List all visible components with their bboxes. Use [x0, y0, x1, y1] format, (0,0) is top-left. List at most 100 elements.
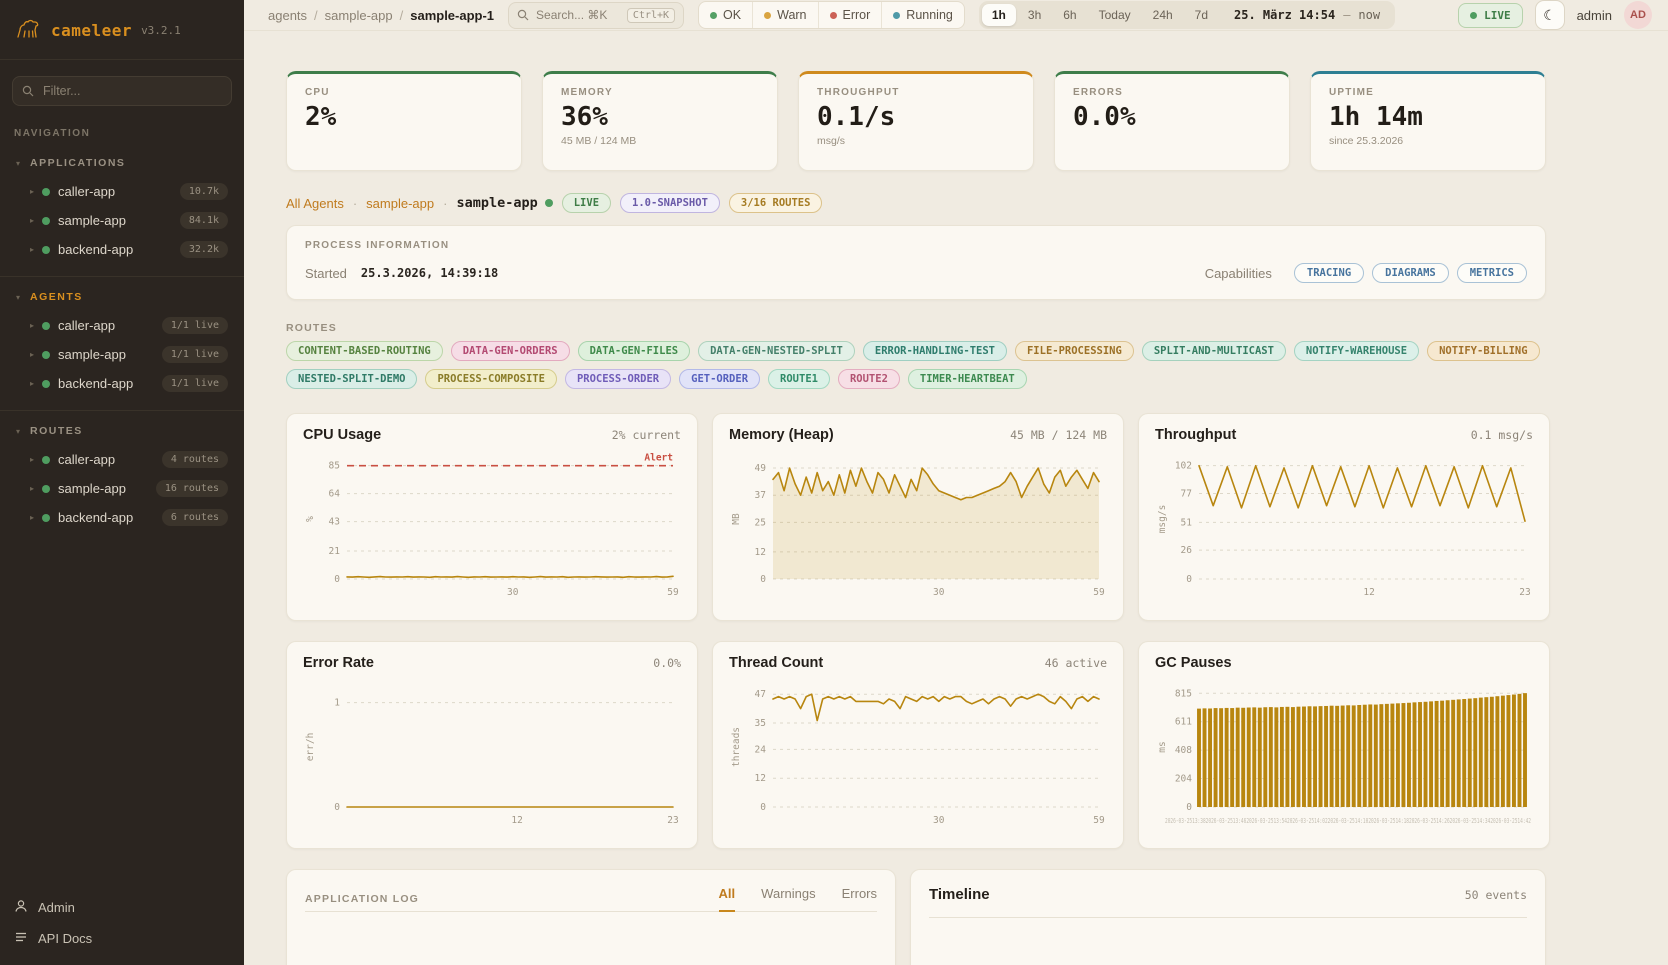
metric-value: 0.0%: [1073, 102, 1271, 132]
agent-live-dot-icon: [545, 199, 553, 207]
metric-card-memory: MEMORY36%45 MB / 124 MB: [542, 71, 778, 171]
svg-text:611: 611: [1175, 717, 1192, 728]
route-tag-error-handling-test[interactable]: ERROR-HANDLING-TEST: [863, 341, 1007, 361]
agent-badge-live[interactable]: LIVE: [562, 193, 611, 213]
route-tag-notify-warehouse[interactable]: NOTIFY-WAREHOUSE: [1294, 341, 1419, 361]
route-tag-route2[interactable]: ROUTE2: [838, 369, 900, 389]
chevron-right-icon: ▸: [30, 350, 34, 359]
metric-value: 2%: [305, 102, 503, 132]
sidebar-item-routes-backend-app[interactable]: ▸backend-app6 routes: [10, 503, 234, 532]
log-tab-all[interactable]: All: [719, 886, 736, 912]
route-tags: CONTENT-BASED-ROUTING DATA-GEN-ORDERS DATA…: [286, 341, 1546, 389]
agent-link-sample-app[interactable]: sample-app: [366, 196, 434, 211]
svg-text:59: 59: [1093, 815, 1105, 826]
chart-title: CPU Usage: [303, 427, 381, 443]
route-tag-split-and-multicast[interactable]: SPLIT-AND-MULTICAST: [1142, 341, 1286, 361]
item-label: sample-app: [58, 481, 148, 496]
sidebar-footer-api-docs[interactable]: API Docs: [14, 930, 230, 947]
status-dot-icon: [42, 188, 50, 196]
sidebar-item-applications-caller-app[interactable]: ▸caller-app10.7k: [10, 177, 234, 206]
time-range-today[interactable]: Today: [1089, 4, 1141, 26]
agent-link-all-agents[interactable]: All Agents: [286, 196, 344, 211]
route-tag-get-order[interactable]: GET-ORDER: [679, 369, 760, 389]
sidebar-item-routes-caller-app[interactable]: ▸caller-app4 routes: [10, 445, 234, 474]
capability-badge-diagrams: DIAGRAMS: [1372, 263, 1449, 283]
status-filter-error[interactable]: Error: [819, 2, 883, 28]
status-dot-icon: [893, 12, 900, 19]
breadcrumb-sample-app[interactable]: sample-app: [325, 8, 393, 23]
brand[interactable]: cameleer v3.2.1: [0, 0, 244, 60]
item-badge: 32.2k: [180, 241, 228, 258]
agent-badge-3-16-routes[interactable]: 3/16 ROUTES: [729, 193, 823, 213]
item-label: sample-app: [58, 347, 154, 362]
search-shortcut-kbd: Ctrl+K: [627, 8, 675, 23]
section-title: ROUTES: [30, 425, 83, 437]
sidebar-item-applications-backend-app[interactable]: ▸backend-app32.2k: [10, 235, 234, 264]
capability-badge-metrics: METRICS: [1457, 263, 1527, 283]
route-tag-content-based-routing[interactable]: CONTENT-BASED-ROUTING: [286, 341, 443, 361]
chart-title: Memory (Heap): [729, 427, 834, 443]
status-filter-ok[interactable]: OK: [699, 2, 753, 28]
section-header-routes[interactable]: ▾ROUTES: [10, 421, 234, 445]
time-range-pills: 1h3h6hToday24h7d: [982, 4, 1218, 26]
route-tag-process-composite[interactable]: PROCESS-COMPOSITE: [425, 369, 556, 389]
status-filter-running[interactable]: Running: [882, 2, 964, 28]
metric-value: 36%: [561, 102, 759, 132]
live-toggle[interactable]: LIVE: [1458, 3, 1523, 28]
time-range-24h[interactable]: 24h: [1143, 4, 1183, 26]
svg-text:47: 47: [755, 689, 766, 700]
theme-toggle-button[interactable]: ☾: [1535, 0, 1565, 30]
topbar-right-cluster: LIVE ☾ admin AD: [1458, 0, 1652, 30]
sidebar-item-applications-sample-app[interactable]: ▸sample-app84.1k: [10, 206, 234, 235]
process-info-title: PROCESS INFORMATION: [305, 240, 1527, 251]
agent-badge-1-0-snapshot[interactable]: 1.0-SNAPSHOT: [620, 193, 720, 213]
route-tag-timer-heartbeat[interactable]: TIMER-HEARTBEAT: [908, 369, 1027, 389]
sidebar-item-agents-backend-app[interactable]: ▸backend-app1/1 live: [10, 369, 234, 398]
svg-text:35: 35: [755, 718, 766, 729]
time-range-6h[interactable]: 6h: [1053, 4, 1086, 26]
metric-value: 0.1/s: [817, 102, 1015, 132]
route-tag-route1[interactable]: ROUTE1: [768, 369, 830, 389]
chart-head: Throughput0.1 msg/s: [1155, 427, 1533, 443]
svg-text:59: 59: [667, 587, 679, 598]
chevron-right-icon: ▸: [30, 513, 34, 522]
svg-text:21: 21: [329, 546, 341, 557]
route-tag-notify-billing[interactable]: NOTIFY-BILLING: [1427, 341, 1540, 361]
sidebar-footer-admin[interactable]: Admin: [14, 899, 230, 916]
sidebar-item-agents-sample-app[interactable]: ▸sample-app1/1 live: [10, 340, 234, 369]
time-range-7d[interactable]: 7d: [1185, 4, 1218, 26]
status-dot-icon: [710, 12, 717, 19]
chevron-right-icon: ▸: [30, 321, 34, 330]
svg-text:408: 408: [1175, 745, 1192, 756]
log-tab-warnings[interactable]: Warnings: [761, 886, 815, 912]
log-tab-errors[interactable]: Errors: [842, 886, 877, 912]
svg-text:0: 0: [334, 802, 340, 813]
sidebar-section-agents: ▾AGENTS▸caller-app1/1 live▸sample-app1/1…: [0, 277, 244, 411]
route-tag-data-gen-orders[interactable]: DATA-GEN-ORDERS: [451, 341, 570, 361]
started-value: 25.3.2026, 14:39:18: [361, 266, 498, 280]
sidebar-item-agents-caller-app[interactable]: ▸caller-app1/1 live: [10, 311, 234, 340]
route-tag-data-gen-nested-split[interactable]: DATA-GEN-NESTED-SPLIT: [698, 341, 855, 361]
metric-label: MEMORY: [561, 87, 759, 98]
status-filter-warn[interactable]: Warn: [753, 2, 818, 28]
route-tag-nested-split-demo[interactable]: NESTED-SPLIT-DEMO: [286, 369, 417, 389]
sidebar-section-routes: ▾ROUTES▸caller-app4 routes▸sample-app16 …: [0, 411, 244, 544]
status-dot-icon: [42, 246, 50, 254]
route-tag-process-order[interactable]: PROCESS-ORDER: [565, 369, 671, 389]
sidebar-item-routes-sample-app[interactable]: ▸sample-app16 routes: [10, 474, 234, 503]
section-header-agents[interactable]: ▾AGENTS: [10, 287, 234, 311]
filter-input[interactable]: [12, 76, 232, 106]
route-tag-file-processing[interactable]: FILE-PROCESSING: [1015, 341, 1134, 361]
capabilities-label: Capabilities: [1205, 266, 1272, 281]
breadcrumb-separator: /: [314, 8, 318, 23]
time-range-3h[interactable]: 3h: [1018, 4, 1051, 26]
svg-text:23: 23: [667, 815, 678, 826]
search-input[interactable]: Search... ⌘K Ctrl+K: [508, 2, 684, 29]
bottom-row: APPLICATION LOG AllWarningsErrors Timeli…: [286, 869, 1546, 965]
chart-title: Error Rate: [303, 655, 374, 671]
avatar[interactable]: AD: [1624, 1, 1652, 29]
breadcrumb-agents[interactable]: agents: [268, 8, 307, 23]
time-range-1h[interactable]: 1h: [982, 4, 1016, 26]
route-tag-data-gen-files[interactable]: DATA-GEN-FILES: [578, 341, 691, 361]
section-header-applications[interactable]: ▾APPLICATIONS: [10, 153, 234, 177]
